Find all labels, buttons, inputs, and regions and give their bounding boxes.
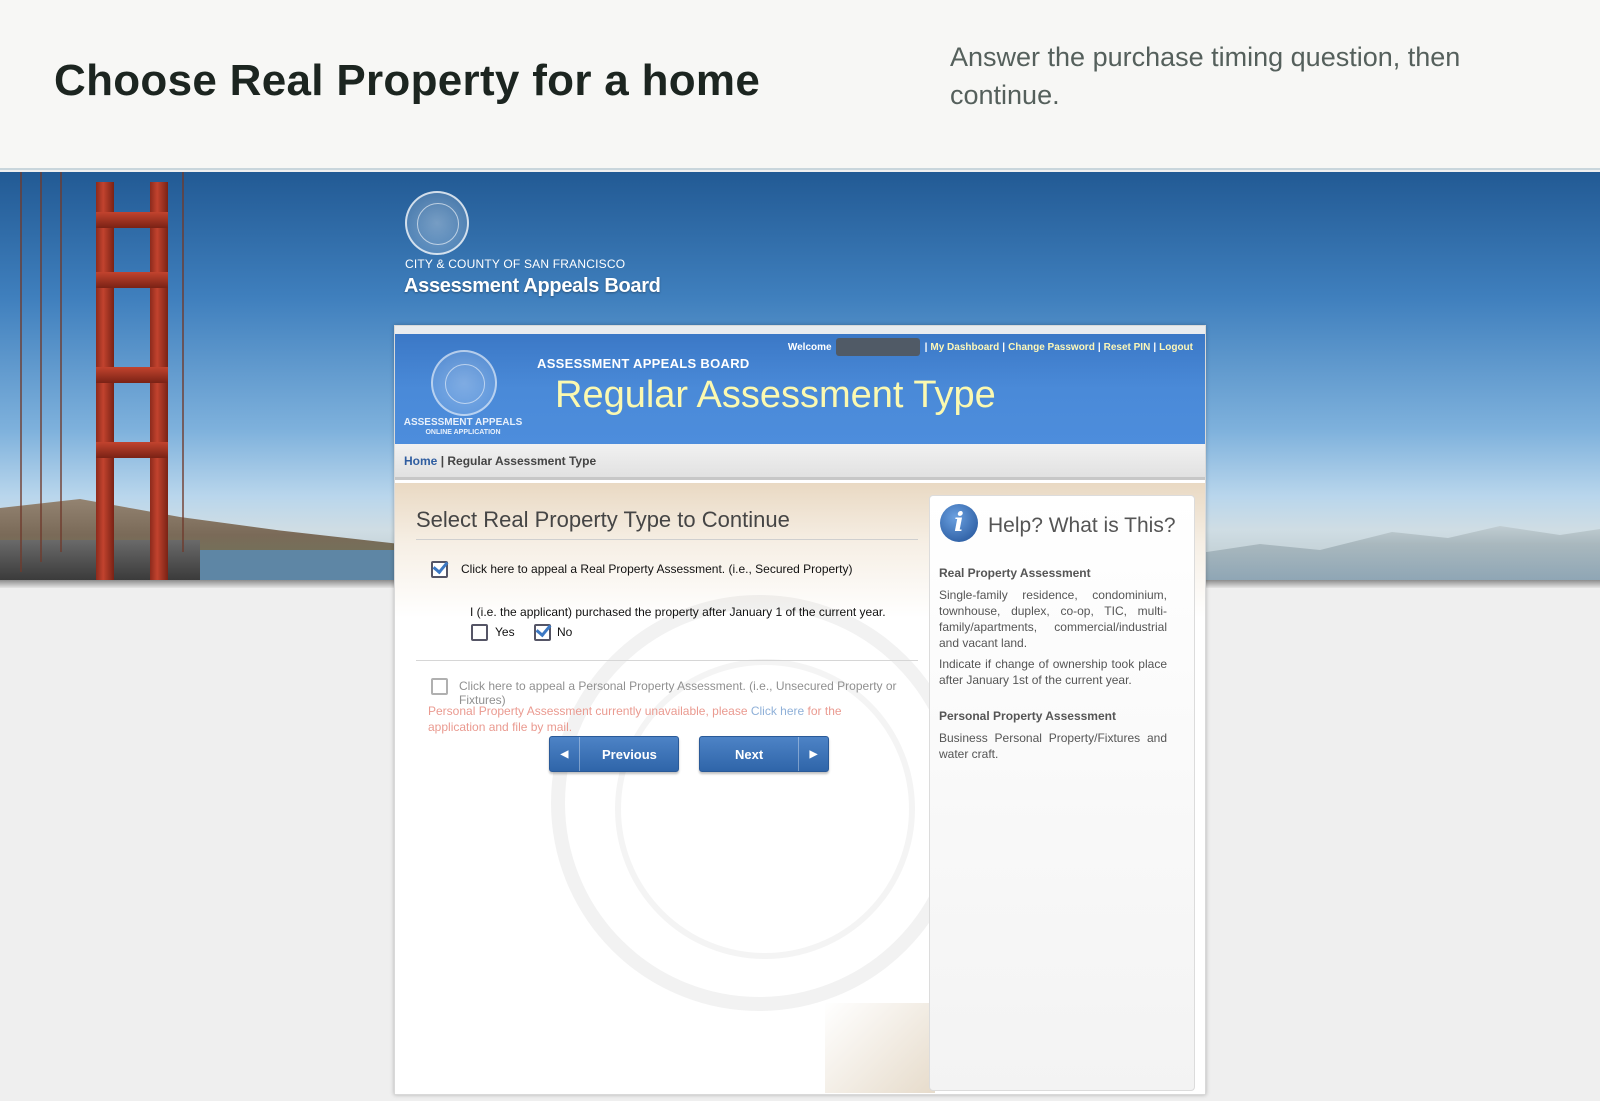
real-property-label[interactable]: Click here to appeal a Real Property Ass… xyxy=(461,562,853,576)
purchase-question: I (i.e. the applicant) purchased the pro… xyxy=(470,605,886,619)
arrow-left-icon: ◀ xyxy=(550,737,580,771)
help-real-heading: Real Property Assessment xyxy=(939,566,1091,580)
tutorial-header: Choose Real Property for a home Answer t… xyxy=(0,0,1600,170)
purchase-yes-label[interactable]: Yes xyxy=(495,625,515,639)
next-button[interactable]: Next ▶ xyxy=(699,736,829,772)
help-title: Help? What is This? xyxy=(988,514,1176,537)
bridge-tower xyxy=(90,182,174,580)
help-personal-heading: Personal Property Assessment xyxy=(939,709,1116,723)
personal-property-warning: Personal Property Assessment currently u… xyxy=(428,703,858,735)
welcome-text: Welcome xyxy=(787,341,832,353)
city-seal-icon xyxy=(405,191,469,255)
tower-crossbar xyxy=(96,272,168,288)
tower-crossbar xyxy=(96,442,168,458)
seal-watermark xyxy=(551,595,967,1011)
app-seal-sublabel: ONLINE APPLICATION xyxy=(425,429,501,436)
help-real-note: Indicate if change of ownership took pla… xyxy=(939,657,1167,687)
username-redacted xyxy=(835,338,920,356)
breadcrumb: Home | Regular Assessment Type xyxy=(395,444,1205,480)
reset-pin-link[interactable]: Reset PIN xyxy=(1104,342,1151,353)
tutorial-instruction: Answer the purchase timing question, the… xyxy=(950,42,1461,110)
next-button-label: Next xyxy=(735,747,764,762)
app-seal-icon xyxy=(431,350,497,416)
bridge-cable xyxy=(40,172,42,562)
org-name-small: CITY & COUNTY OF SAN FRANCISCO xyxy=(405,257,626,271)
my-dashboard-link[interactable]: My Dashboard xyxy=(930,342,999,353)
divider xyxy=(416,660,918,661)
content-area: Select Real Property Type to Continue Cl… xyxy=(395,483,1205,1094)
app-panel: ASSESSMENT APPEALS ONLINE APPLICATION AS… xyxy=(394,325,1206,1095)
help-real-text: Single-family residence, condominium, to… xyxy=(939,588,1167,650)
app-header: ASSESSMENT APPEALS ONLINE APPLICATION AS… xyxy=(395,326,1205,444)
breadcrumb-home-link[interactable]: Home xyxy=(404,454,437,468)
purchase-yes-checkbox[interactable] xyxy=(471,624,488,641)
nav-separator: | xyxy=(1097,341,1101,353)
section-title: Select Real Property Type to Continue xyxy=(416,507,790,532)
change-password-link[interactable]: Change Password xyxy=(1008,342,1095,353)
real-property-checkbox[interactable] xyxy=(431,561,448,578)
breadcrumb-separator: | xyxy=(440,454,445,468)
purchase-no-checkbox[interactable] xyxy=(534,624,551,641)
nav-separator: | xyxy=(924,341,928,353)
user-nav: Welcome | My Dashboard | Change Password… xyxy=(788,338,1193,356)
bridge-cable xyxy=(20,172,22,572)
arrow-right-icon: ▶ xyxy=(798,737,828,771)
app-seal-label: ASSESSMENT APPEALS xyxy=(403,417,523,428)
purchase-no-label[interactable]: No xyxy=(557,625,572,639)
board-label: ASSESSMENT APPEALS BOARD xyxy=(537,356,750,371)
divider xyxy=(416,539,918,540)
previous-button[interactable]: ◀ Previous xyxy=(549,736,679,772)
bridge-cable xyxy=(182,172,184,552)
personal-property-checkbox xyxy=(431,678,448,695)
background-decor xyxy=(825,1003,935,1093)
nav-separator: | xyxy=(1002,341,1006,353)
tower-crossbar xyxy=(96,212,168,228)
help-panel: i Help? What is This? Real Property Asse… xyxy=(929,495,1195,1091)
tower-crossbar xyxy=(96,367,168,383)
tutorial-title: Choose Real Property for a home xyxy=(54,56,761,105)
breadcrumb-current: Regular Assessment Type xyxy=(447,454,597,468)
logout-link[interactable]: Logout xyxy=(1159,342,1193,353)
bridge-cable xyxy=(60,172,62,552)
previous-button-label: Previous xyxy=(602,747,657,762)
nav-separator: | xyxy=(1153,341,1157,353)
banner-city-skyline xyxy=(1200,526,1600,580)
info-icon: i xyxy=(940,504,978,542)
org-name-big: Assessment Appeals Board xyxy=(404,275,661,297)
mail-application-link[interactable]: Click here xyxy=(751,704,804,718)
page-title: Regular Assessment Type xyxy=(555,374,996,416)
help-personal-text: Business Personal Property/Fixtures and … xyxy=(939,731,1167,761)
warning-text: Personal Property Assessment currently u… xyxy=(428,704,751,718)
